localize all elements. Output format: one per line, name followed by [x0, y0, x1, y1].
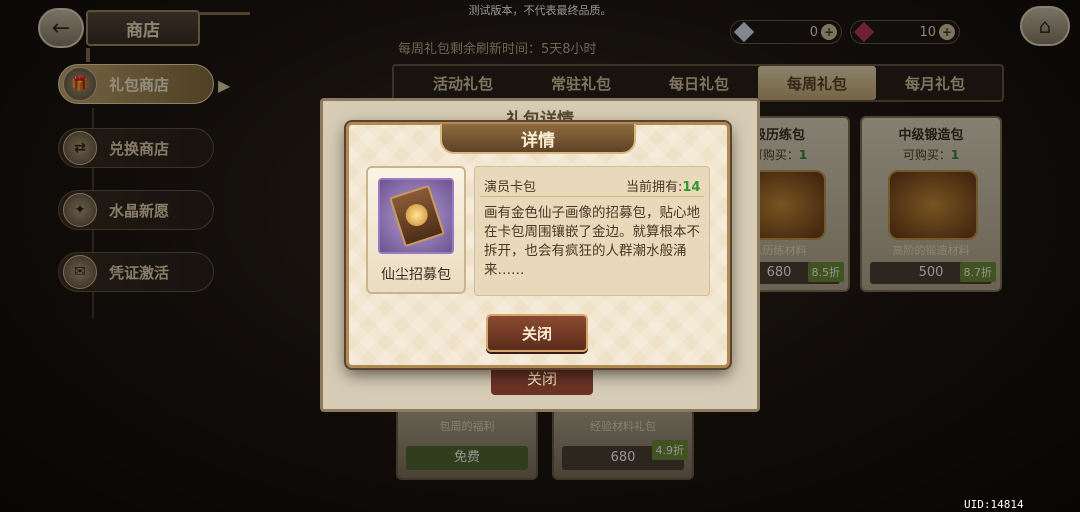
item-name: 仙尘招募包 — [381, 267, 451, 283]
close-button[interactable]: 关闭 — [486, 314, 588, 352]
uid-label: UID:14814 — [964, 498, 1024, 511]
item-description: 画有金色仙子画像的招募包，贴心地在卡包周围镶嵌了金边。就算根本不拆开，也会有疯狂… — [484, 205, 700, 278]
recruit-pack-icon — [378, 178, 454, 254]
item-category: 演员卡包 — [484, 180, 537, 195]
owned-label: 当前拥有: — [626, 180, 683, 195]
card-pack-image — [388, 184, 446, 248]
owned-count: 当前拥有:14 — [626, 176, 700, 195]
info-divider — [480, 196, 704, 197]
owned-value: 14 — [682, 180, 701, 195]
dialog-title: 详情 — [440, 124, 636, 154]
